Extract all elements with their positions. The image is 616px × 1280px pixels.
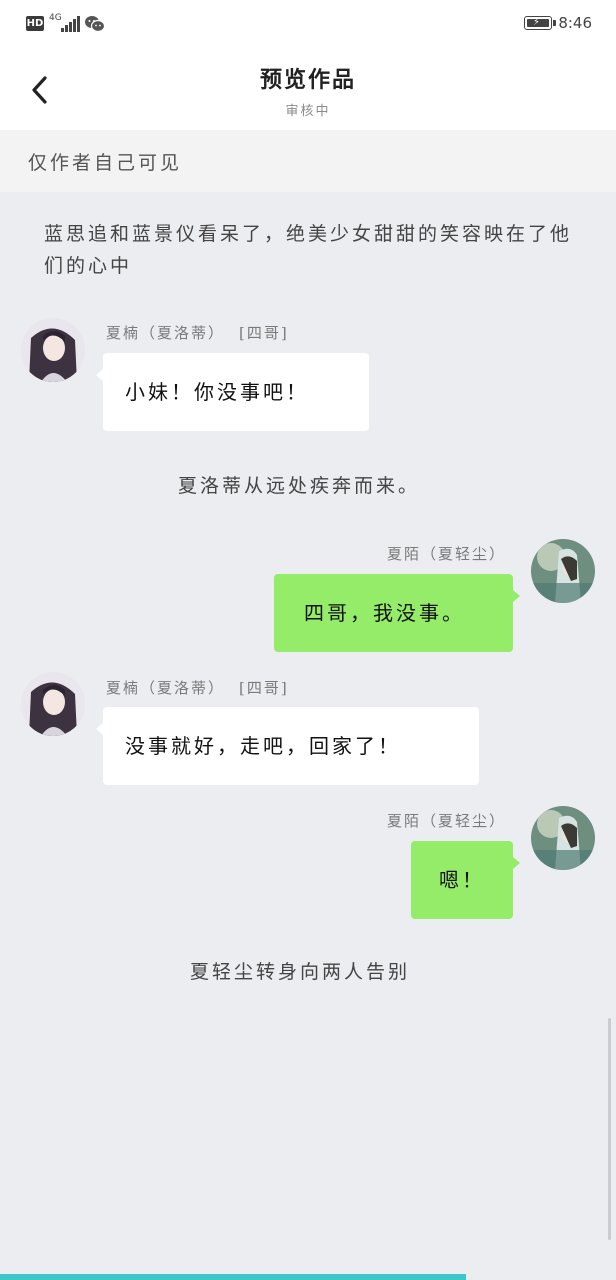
battery-icon: ⚡: [524, 16, 556, 30]
sender-name: 夏陌（夏轻尘）: [386, 545, 506, 563]
wechat-icon: [84, 14, 106, 34]
message-bubble[interactable]: 没事就好，走吧，回家了！: [96, 707, 479, 785]
avatar[interactable]: [531, 806, 595, 870]
sender-tag: [四哥]: [239, 324, 289, 342]
review-status: 审核中: [285, 104, 331, 119]
sender-name: 夏楠（夏洛蒂） [四哥]: [106, 677, 289, 698]
scrollbar[interactable]: [608, 1018, 611, 1240]
reading-progress-bar: [0, 1274, 467, 1280]
message-bubble[interactable]: 嗯！: [411, 841, 520, 919]
narration-text: 夏洛蒂从远处疾奔而来。: [178, 475, 421, 497]
sender-name: 夏楠（夏洛蒂） [四哥]: [106, 322, 289, 343]
clock: 8:46: [558, 14, 592, 32]
status-bar: HD 4G ⚡ 8:46: [0, 0, 616, 50]
message-bubble[interactable]: 四哥，我没事。: [274, 574, 520, 652]
page-title: 预览作品: [259, 67, 356, 93]
sender-name-text: 夏楠（夏洛蒂）: [106, 324, 226, 342]
avatar[interactable]: [21, 672, 85, 736]
hd-icon: HD: [26, 16, 44, 31]
signal-icon: [60, 16, 80, 32]
sender-name: 夏陌（夏轻尘）: [386, 812, 506, 830]
message-bubble[interactable]: 小妹！你没事吧！: [96, 353, 369, 431]
avatar[interactable]: [21, 318, 85, 382]
visibility-notice: 仅作者自己可见: [0, 130, 616, 192]
nav-header: 预览作品 审核中: [0, 50, 616, 130]
sender-tag: [四哥]: [239, 679, 289, 697]
message-text: 小妹！你没事吧！: [125, 380, 309, 404]
narration-text: 夏轻尘转身向两人告别: [190, 961, 411, 983]
message-text: 四哥，我没事。: [304, 601, 465, 625]
message-text: 没事就好，走吧，回家了！: [125, 734, 401, 758]
visibility-notice-text: 仅作者自己可见: [28, 152, 183, 174]
narration-text: 蓝思追和蓝景仪看呆了，绝美少女甜甜的笑容映在了他们的心中: [44, 223, 573, 277]
avatar[interactable]: [531, 539, 595, 603]
sender-name-text: 夏楠（夏洛蒂）: [106, 679, 226, 697]
message-text: 嗯！: [439, 868, 485, 892]
